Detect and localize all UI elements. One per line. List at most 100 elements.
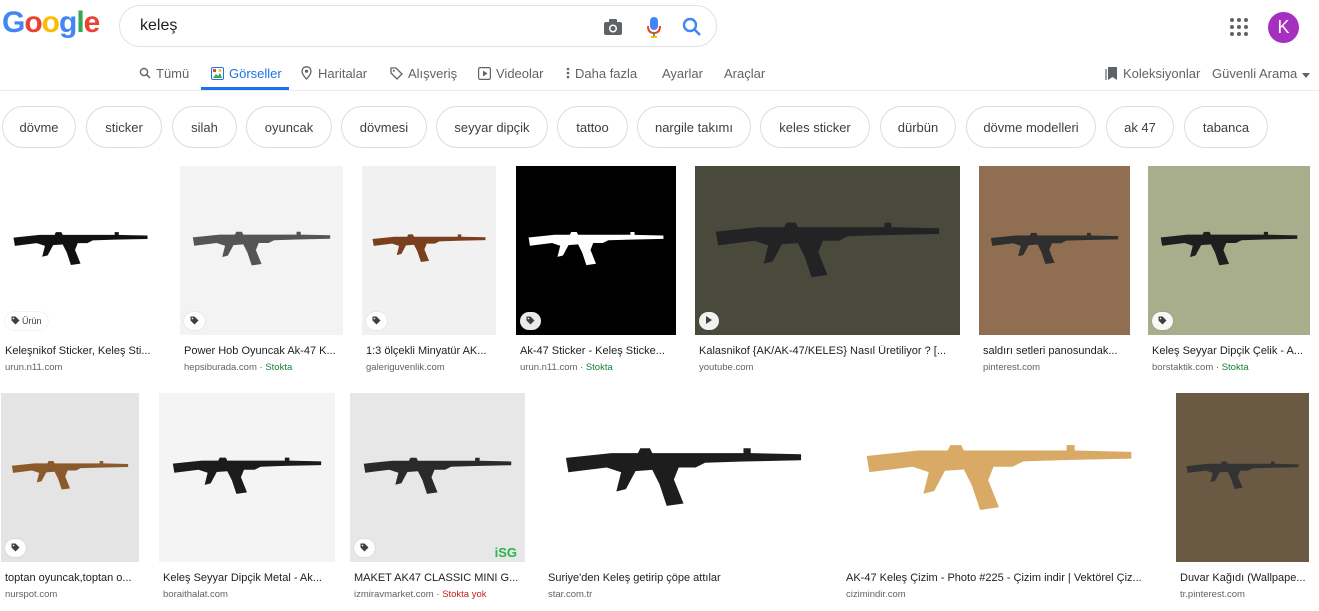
image-result[interactable]: toptan oyuncak,toptan o... nurspot.com (1, 393, 139, 602)
search-tabs: Tümü Görseller Haritalar Alışveriş Video… (0, 56, 1319, 91)
result-caption[interactable]: toptan oyuncak,toptan o... (5, 572, 137, 584)
chip-silah[interactable]: silah (172, 106, 237, 148)
result-thumbnail[interactable] (1, 393, 139, 562)
avatar[interactable]: K (1268, 12, 1299, 43)
caret-down-icon (1302, 66, 1311, 81)
result-caption[interactable]: Suriye'den Keleş getirip çöpe attılar (548, 572, 821, 584)
apps-grid-icon[interactable] (1229, 17, 1249, 37)
result-thumbnail[interactable] (362, 166, 496, 335)
result-thumbnail[interactable] (1148, 166, 1310, 335)
tab-shopping[interactable]: Alışveriş (390, 56, 457, 90)
play-icon (478, 66, 491, 80)
result-caption[interactable]: Duvar Kağıdı (Wallpape... (1180, 572, 1307, 584)
image-result[interactable]: saldırı setleri panosundak... pinterest.c… (979, 166, 1130, 375)
result-caption[interactable]: Keleşnikof Sticker, Keleş Sti... (5, 345, 158, 357)
chip-dövmesi[interactable]: dövmesi (341, 106, 427, 148)
tab-all[interactable]: Tümü (138, 56, 189, 90)
mic-icon[interactable] (642, 15, 666, 39)
source-domain: cizimindir.com (846, 589, 906, 600)
chip-nargile-takımı[interactable]: nargile takımı (637, 106, 751, 148)
chip-ak-47[interactable]: ak 47 (1106, 106, 1174, 148)
result-thumbnail[interactable] (180, 166, 343, 335)
chip-dövme[interactable]: dövme (2, 106, 76, 148)
chip-tabanca[interactable]: tabanca (1184, 106, 1268, 148)
tab-settings[interactable]: Ayarlar (662, 56, 703, 90)
logo-letter: o (24, 6, 42, 39)
chip-sticker[interactable]: sticker (86, 106, 162, 148)
rifle-image (866, 445, 1132, 510)
result-caption[interactable]: saldırı setleri panosundak... (983, 345, 1128, 357)
chip-dövme-modelleri[interactable]: dövme modelleri (966, 106, 1096, 148)
result-source: galeriguvenlik.com (366, 362, 494, 373)
logo-letter: e (83, 6, 101, 39)
play-icon (705, 316, 713, 326)
chip-oyuncak[interactable]: oyuncak (246, 106, 332, 148)
tag-icon (372, 316, 381, 327)
result-source: boraithalat.com (163, 589, 333, 600)
result-thumbnail[interactable] (516, 166, 676, 335)
collections-label: Koleksiyonlar (1123, 65, 1201, 81)
google-logo[interactable]: Google (2, 6, 101, 40)
image-result[interactable]: 1:3 ölçekli Minyatür AK... galeriguvenlik… (362, 166, 496, 375)
result-source: borstaktik.com · Stokta (1152, 362, 1308, 373)
result-caption[interactable]: Keleş Seyyar Dipçik Metal - Ak... (163, 572, 333, 584)
search-input[interactable] (138, 16, 582, 36)
result-caption[interactable]: Power Hob Oyuncak Ak-47 K... (184, 345, 341, 357)
image-result[interactable]: iSG MAKET AK47 CLASSIC MINI G... izmiravma… (350, 393, 525, 602)
chip-tattoo[interactable]: tattoo (557, 106, 628, 148)
map-pin-icon (300, 66, 313, 80)
result-caption[interactable]: Kalasnikof {AK/AK-47/KELES} Nasıl Üretil… (699, 345, 958, 357)
tab-videos[interactable]: Videolar (478, 56, 543, 90)
source-domain: borstaktik.com (1152, 362, 1214, 373)
result-caption[interactable]: Ak-47 Sticker - Keleş Sticke... (520, 345, 674, 357)
tab-images[interactable]: Görseller (211, 56, 282, 90)
result-thumbnail[interactable] (1, 166, 160, 335)
result-thumbnail[interactable] (544, 393, 823, 562)
result-thumbnail[interactable] (695, 166, 960, 335)
chip-seyyar-dipçik[interactable]: seyyar dipçik (436, 106, 548, 148)
logo-letter: o (41, 6, 60, 39)
result-source: youtube.com (699, 362, 958, 373)
image-result[interactable]: Keleş Seyyar Dipçik Çelik - A... borstakt… (1148, 166, 1310, 375)
collections-button[interactable]: Koleksiyonlar (1104, 56, 1200, 90)
result-caption[interactable]: AK-47 Keleş Çizim - Photo #225 - Çizim i… (846, 572, 1154, 584)
result-badge: Ürün (5, 312, 48, 330)
source-domain: star.com.tr (548, 589, 593, 600)
result-caption[interactable]: 1:3 ölçekli Minyatür AK... (366, 345, 494, 357)
rifle-image (372, 234, 486, 263)
image-result[interactable]: Power Hob Oyuncak Ak-47 K... hepsiburada.… (180, 166, 343, 375)
rifle-image (715, 222, 940, 278)
result-thumbnail[interactable] (979, 166, 1130, 335)
camera-icon[interactable] (601, 15, 625, 39)
image-result[interactable]: Duvar Kağıdı (Wallpape... tr.pinterest.co… (1176, 393, 1309, 602)
source-domain: boraithalat.com (163, 589, 228, 600)
result-badge (5, 539, 26, 557)
rifle-image (1160, 231, 1298, 266)
result-thumbnail[interactable] (842, 393, 1156, 562)
source-domain: urun.n11.com (5, 362, 63, 373)
result-caption[interactable]: MAKET AK47 CLASSIC MINI G... (354, 572, 523, 584)
safesearch-button[interactable]: Güvenli Arama (1212, 56, 1311, 90)
result-thumbnail[interactable]: iSG (350, 393, 525, 562)
image-result[interactable]: AK-47 Keleş Çizim - Photo #225 - Çizim i… (842, 393, 1156, 602)
rifle-image (363, 457, 512, 494)
search-icon[interactable] (680, 15, 704, 39)
active-tab-indicator (201, 87, 289, 90)
image-result[interactable]: Suriye'den Keleş getirip çöpe attılar sta… (544, 393, 823, 602)
chip-dürbün[interactable]: dürbün (880, 106, 956, 148)
image-result[interactable]: Ürün Keleşnikof Sticker, Keleş Sti... urun… (1, 166, 160, 375)
result-thumbnail[interactable] (159, 393, 335, 562)
image-result[interactable]: Keleş Seyyar Dipçik Metal - Ak... boraith… (159, 393, 335, 602)
result-caption[interactable]: Keleş Seyyar Dipçik Çelik - A... (1152, 345, 1308, 357)
tab-maps[interactable]: Haritalar (300, 56, 367, 90)
tag-icon (1158, 316, 1167, 327)
rifle-image (11, 461, 129, 490)
image-result[interactable]: Ak-47 Sticker - Keleş Sticke... urun.n11.… (516, 166, 676, 375)
tab-tools[interactable]: Araçlar (724, 56, 765, 90)
result-source: hepsiburada.com · Stokta (184, 362, 341, 373)
result-thumbnail[interactable] (1176, 393, 1309, 562)
image-result[interactable]: Kalasnikof {AK/AK-47/KELES} Nasıl Üretil… (695, 166, 960, 375)
tab-more[interactable]: Daha fazla (565, 56, 637, 90)
chip-keles-sticker[interactable]: keles sticker (760, 106, 870, 148)
stock-status: · Stokta (1213, 362, 1249, 373)
